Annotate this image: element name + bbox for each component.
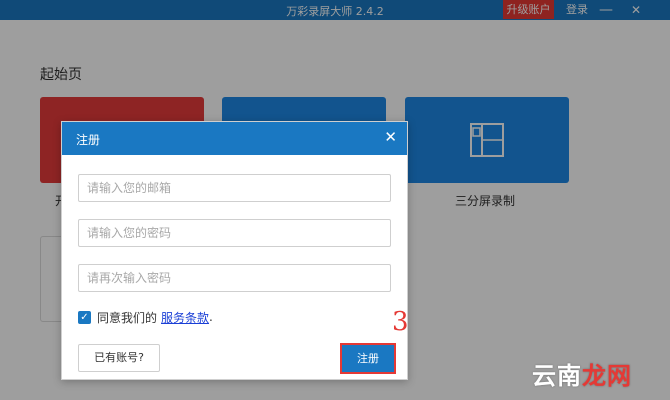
watermark-part1: 云南 — [532, 362, 582, 390]
agree-checkbox[interactable]: ✓ — [78, 310, 91, 324]
step-number-annotation: 3 — [392, 307, 409, 337]
dialog-title: 注册 — [76, 133, 101, 147]
agree-terms-row: ✓ 同意我们的 服务条款 . — [78, 308, 213, 326]
have-account-button[interactable]: 已有账号? — [78, 344, 160, 372]
register-button[interactable]: 注册 — [340, 343, 396, 374]
agree-text: 同意我们的 — [97, 310, 158, 325]
watermark-part2: 龙网 — [582, 362, 632, 390]
password-confirm-field[interactable] — [78, 264, 391, 292]
password-field[interactable] — [78, 219, 391, 247]
email-field[interactable] — [78, 174, 391, 202]
register-dialog: 注册 ✕ ✓ 同意我们的 服务条款 . 已有账号? 注册 — [61, 121, 408, 380]
dialog-header: 注册 ✕ — [62, 122, 407, 155]
close-icon[interactable]: ✕ — [384, 128, 397, 146]
terms-period: . — [209, 310, 213, 324]
terms-link[interactable]: 服务条款 — [161, 309, 209, 326]
watermark: 云南龙网 — [532, 356, 632, 391]
